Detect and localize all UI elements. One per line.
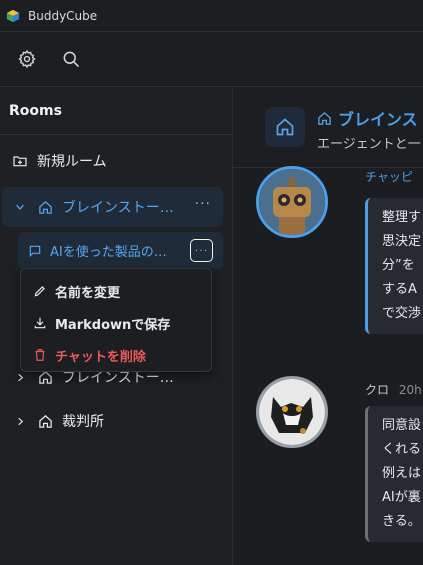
delete-chat-label: チャットを削除	[55, 349, 146, 365]
room-item-courtroom[interactable]: 裁判所	[15, 411, 104, 431]
message-bubble: 整理す 思決定 分”を するA で交渉	[365, 198, 423, 334]
app-logo-icon	[6, 9, 20, 22]
home-icon	[39, 200, 52, 214]
search-icon	[63, 51, 80, 68]
room-subtitle: エージェントと一	[317, 137, 421, 152]
rename-label: 名前を変更	[55, 285, 121, 301]
title-bar: BuddyCube	[0, 0, 423, 32]
pencil-icon	[34, 286, 45, 297]
avatar-cat[interactable]	[256, 376, 328, 448]
new-room-label: 新規ルーム	[37, 154, 107, 170]
message-line: 分”を	[382, 258, 415, 273]
message-line: するA	[382, 282, 417, 297]
search-button[interactable]	[60, 48, 82, 70]
message-line: AIが裏	[382, 490, 421, 505]
room-title-text: ブレインス	[338, 110, 418, 129]
message-sender-row: クロ 20h	[365, 381, 422, 398]
chat-bubble-icon	[29, 245, 41, 257]
delete-chat-menu-item[interactable]: チャットを削除	[21, 339, 211, 371]
rooms-header: Rooms	[0, 88, 232, 135]
home-icon	[39, 414, 52, 428]
message-line: 思決定	[382, 234, 422, 249]
room-label: 裁判所	[62, 414, 104, 430]
app-title: BuddyCube	[28, 8, 98, 23]
chevron-right-icon[interactable]	[15, 372, 26, 383]
room-item-brainstorm[interactable]: ブレインストー… ···	[2, 187, 223, 227]
chat-header: ブレインス エージェントと一	[233, 88, 423, 168]
message-line: 同意設	[382, 418, 422, 433]
trash-icon	[35, 349, 45, 361]
message-line: 例えは	[382, 466, 422, 481]
message-bubble: 同意設 くれる 例えは AIが裏 きる。	[365, 406, 423, 542]
room-more-button[interactable]: ···	[195, 196, 211, 212]
sidebar: Rooms 新規ルーム ブレインストー… ··· AIを使った製品の… ···	[0, 88, 233, 565]
message-line: 整理す	[382, 210, 422, 225]
rename-menu-item[interactable]: 名前を変更	[21, 275, 211, 307]
room-title: ブレインス	[317, 106, 418, 130]
folder-plus-icon	[13, 156, 27, 167]
home-icon	[318, 111, 331, 125]
message-time: 20h	[398, 383, 422, 397]
toolbar	[0, 32, 423, 87]
robot-avatar-image	[259, 169, 325, 235]
chat-context-menu: 名前を変更 Markdownで保存 チャットを削除	[20, 268, 212, 372]
message-line: くれる	[382, 442, 422, 457]
home-icon	[276, 118, 294, 136]
room-label: ブレインストー…	[62, 200, 174, 216]
chat-item-ai-product[interactable]: AIを使った製品の… ···	[18, 232, 223, 269]
new-room-button[interactable]: 新規ルーム	[12, 151, 107, 171]
chat-label: AIを使った製品の…	[50, 245, 167, 260]
save-markdown-menu-item[interactable]: Markdownで保存	[21, 307, 211, 339]
message-line: で交渉	[382, 306, 422, 321]
download-icon	[34, 317, 46, 329]
avatar-robot[interactable]	[256, 166, 328, 238]
message-sender: チャッピ	[365, 170, 413, 184]
settings-button[interactable]	[16, 48, 38, 70]
message-line: きる。	[382, 514, 421, 529]
message-sender: クロ	[365, 383, 390, 397]
chevron-right-icon[interactable]	[15, 416, 26, 427]
chevron-down-icon[interactable]	[14, 201, 26, 213]
chat-panel: ブレインス エージェントと一 チャッピ 整理す 思決定 分”を するA で交渉	[233, 88, 423, 565]
gear-icon	[18, 49, 36, 69]
chat-more-button[interactable]: ···	[190, 239, 213, 262]
cat-avatar-image	[259, 379, 325, 445]
save-markdown-label: Markdownで保存	[55, 317, 171, 333]
room-icon	[265, 107, 305, 147]
